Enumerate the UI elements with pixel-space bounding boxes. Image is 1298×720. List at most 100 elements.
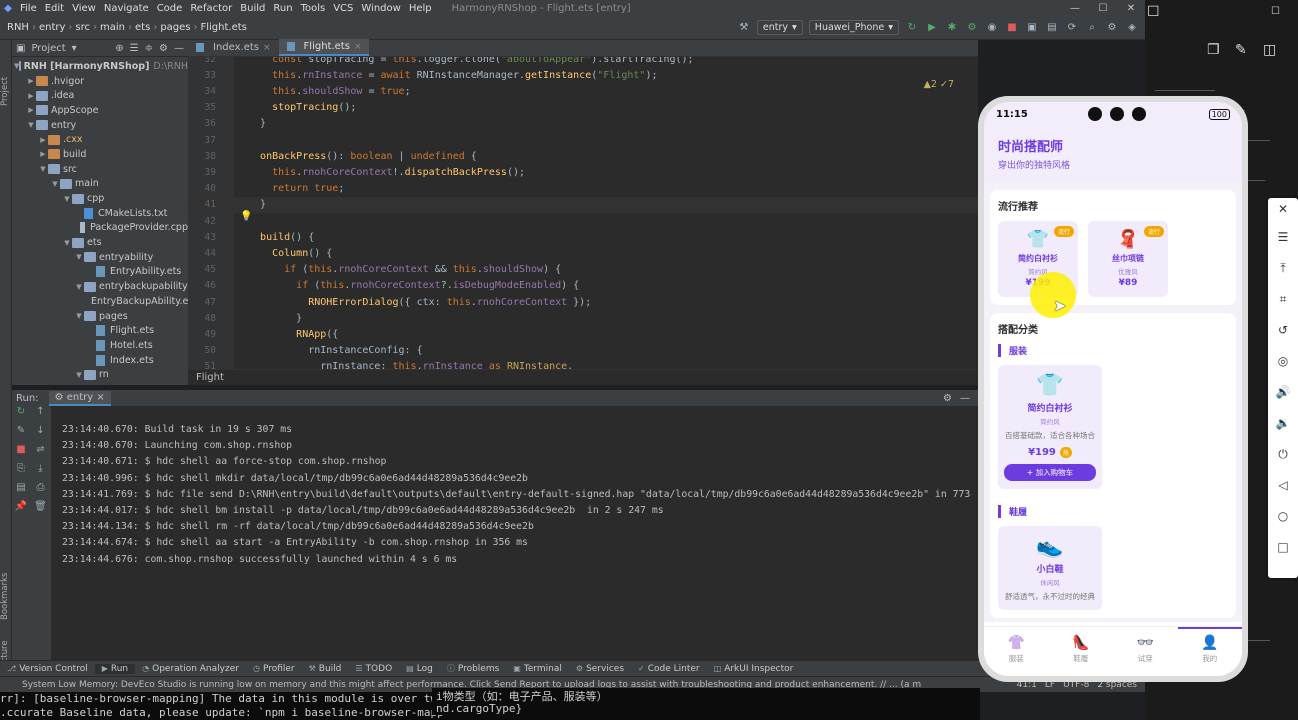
- code-line[interactable]: 50 rnInstanceConfig: {: [188, 343, 978, 359]
- tool-tab[interactable]: ⚒ Build: [302, 664, 349, 674]
- maximize-icon[interactable]: ☐: [1089, 3, 1117, 14]
- breadcrumb-item[interactable]: ets: [132, 22, 153, 33]
- hide-icon[interactable]: —: [174, 43, 184, 54]
- breadcrumb-item[interactable]: entry: [36, 22, 68, 33]
- home-icon[interactable]: ○: [1268, 501, 1298, 532]
- tool-tab[interactable]: ▣ Terminal: [506, 664, 569, 674]
- volume-up-icon[interactable]: 🔊: [1268, 377, 1298, 408]
- gear-icon[interactable]: ⚙: [159, 43, 168, 54]
- app-content[interactable]: 流行推荐 流行👕简约白衬衫简约风¥199流行🧣丝巾项链优雅风¥89 搭配分类 服…: [984, 182, 1242, 622]
- wrench-icon[interactable]: ✎: [12, 425, 30, 444]
- module-select[interactable]: entry ▾: [756, 20, 803, 35]
- chevron-down-icon[interactable]: ▼: [50, 180, 60, 188]
- menu-icon[interactable]: ☰: [1268, 222, 1298, 253]
- layout-icon[interactable]: ▤: [12, 482, 30, 501]
- target-icon[interactable]: ⊕: [115, 43, 123, 54]
- sync-icon[interactable]: ⟳: [1065, 21, 1079, 35]
- tree-node[interactable]: ▼ pages: [12, 309, 188, 324]
- crop-icon[interactable]: ⌗: [1268, 284, 1298, 315]
- scroll-end-icon[interactable]: ⤓: [30, 463, 51, 482]
- refresh-icon[interactable]: ↻: [905, 21, 919, 35]
- tree-node[interactable]: ▼ ets: [12, 235, 188, 250]
- menu-item[interactable]: Tools: [297, 3, 330, 14]
- chevron-down-icon[interactable]: ▼: [62, 239, 72, 247]
- chevron-down-icon[interactable]: ▼: [74, 283, 84, 291]
- device-manager-icon[interactable]: ▣: [1025, 21, 1039, 35]
- chevron-right-icon[interactable]: ▶: [26, 106, 36, 114]
- code-line[interactable]: 35 stopTracing();: [188, 100, 978, 116]
- tree-node[interactable]: ▼ src: [12, 162, 188, 177]
- menu-item[interactable]: Refactor: [186, 3, 236, 14]
- code-line[interactable]: 51 rnInstance: this.rnInstance as RNInst…: [188, 359, 978, 369]
- close-icon[interactable]: ×: [96, 392, 104, 403]
- run-config-tab[interactable]: ⚙ entry ×: [48, 390, 111, 406]
- sdk-icon[interactable]: ▤: [1045, 21, 1059, 35]
- chevron-down-icon[interactable]: ▼: [26, 121, 36, 129]
- close-icon[interactable]: ×: [263, 43, 271, 53]
- tree-node[interactable]: Hotel.ets: [12, 338, 188, 353]
- code-line[interactable]: 43 build() {: [188, 229, 978, 245]
- code-line[interactable]: 47 RNOHErrorDialog({ ctx: this.rnohCoreC…: [188, 294, 978, 310]
- product-card[interactable]: 👕 简约白衬衫 简约风 百搭基础款，适合各种场合 ¥199 热 + 加入购物车: [998, 365, 1102, 489]
- profile-icon[interactable]: ◉: [985, 21, 999, 35]
- menu-item[interactable]: View: [68, 3, 100, 14]
- down-icon[interactable]: ↓: [30, 425, 51, 444]
- code-line[interactable]: 37: [188, 132, 978, 148]
- project-tool-label[interactable]: Project: [0, 46, 12, 106]
- restore-icon[interactable]: ⎘: [12, 463, 30, 482]
- product-card[interactable]: 👟 小白鞋 休闲风 舒适透气，永不过时的经典: [998, 526, 1102, 610]
- device-select[interactable]: Huawei_Phone ▾: [808, 20, 899, 35]
- nav-item[interactable]: 👓 试穿: [1113, 627, 1178, 676]
- tree-node[interactable]: ▼ cpp: [12, 191, 188, 206]
- nav-item[interactable]: 👠 鞋履: [1049, 627, 1114, 676]
- stop-icon[interactable]: ■: [12, 444, 30, 463]
- run-console[interactable]: 23:14:40.670: Build task in 19 s 307 ms 2…: [52, 406, 978, 660]
- code-line[interactable]: 41 }: [188, 196, 978, 213]
- tree-node[interactable]: ▶ .idea: [12, 88, 188, 103]
- rerun-icon[interactable]: ↻: [12, 406, 30, 425]
- tree-node[interactable]: Index.ets: [12, 353, 188, 368]
- editor-tab[interactable]: Flight.ets ×: [278, 39, 370, 56]
- menu-item[interactable]: File: [16, 3, 41, 14]
- tool-tab[interactable]: ▶ Run: [94, 663, 136, 674]
- gear-icon[interactable]: ⚙: [943, 393, 952, 404]
- volume-down-icon[interactable]: 🔉: [1268, 408, 1298, 439]
- minimize-icon[interactable]: —: [1061, 3, 1089, 14]
- breadcrumb-item[interactable]: src: [72, 22, 93, 33]
- tree-node[interactable]: ▶ build: [12, 147, 188, 162]
- logo-icon[interactable]: ◈: [1125, 21, 1139, 35]
- code-line[interactable]: 33 this.rnInstance = await RNInstanceMan…: [188, 67, 978, 83]
- code-line[interactable]: 40 return true;: [188, 181, 978, 197]
- menu-item[interactable]: Run: [269, 3, 296, 14]
- tool-tab[interactable]: ◫ ArkUI Inspector: [707, 664, 801, 674]
- bookmarks-tool-label[interactable]: Bookmarks: [0, 560, 12, 621]
- up-icon[interactable]: ↑: [30, 406, 51, 425]
- chevron-right-icon[interactable]: ▶: [26, 92, 36, 100]
- chevron-right-icon[interactable]: ▶: [38, 150, 48, 158]
- project-label[interactable]: Project: [31, 43, 65, 54]
- menu-item[interactable]: Code: [153, 3, 187, 14]
- hide-icon[interactable]: —: [960, 393, 970, 404]
- copy-icon[interactable]: ❐: [1207, 42, 1220, 58]
- code-line[interactable]: 38 onBackPress(): boolean | undefined {: [188, 148, 978, 164]
- code-line[interactable]: 44 Column() {: [188, 245, 978, 261]
- breadcrumb-item[interactable]: main: [97, 22, 128, 33]
- chevron-down-icon[interactable]: ▼: [74, 253, 84, 261]
- collapse-icon[interactable]: ☰: [130, 43, 139, 54]
- stop-icon[interactable]: ■: [1005, 21, 1019, 35]
- code-line[interactable]: 32 const stopTracing = this.logger.clone…: [188, 57, 978, 67]
- back-icon[interactable]: ◁: [1268, 470, 1298, 501]
- chevron-down-icon[interactable]: ▼: [74, 371, 84, 379]
- tree-node[interactable]: CMakeLists.txt: [12, 206, 188, 221]
- chevron-down-icon[interactable]: ▼: [74, 312, 84, 320]
- tool-tab[interactable]: ⓘ Problems: [440, 663, 506, 674]
- code-line[interactable]: 39 this.rnohCoreContext!.dispatchBackPre…: [188, 164, 978, 180]
- tree-node[interactable]: ▼ main: [12, 177, 188, 192]
- chevron-right-icon[interactable]: ▶: [26, 77, 36, 85]
- code-line[interactable]: 36 }: [188, 116, 978, 132]
- tree-node[interactable]: Flight.ets: [12, 323, 188, 338]
- tool-tab[interactable]: ⎇ Version Control: [0, 664, 95, 674]
- add-to-cart-button[interactable]: + 加入购物车: [1004, 464, 1096, 481]
- inspection-widget[interactable]: ▲2 ✓7: [924, 79, 954, 90]
- menu-item[interactable]: Window: [357, 3, 404, 14]
